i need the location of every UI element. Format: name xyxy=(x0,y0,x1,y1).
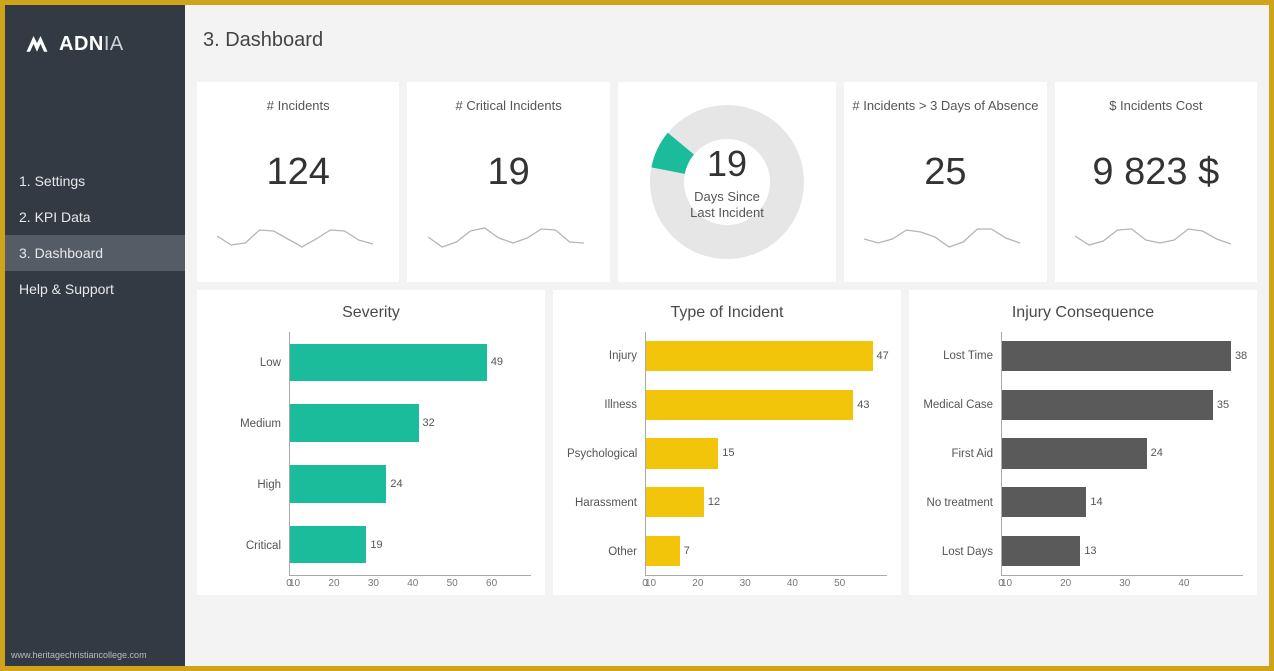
chart-card-2: Injury Consequence Lost Time Medical Case… xyxy=(909,290,1257,595)
brand-logo-icon xyxy=(23,29,51,60)
chart-card-0: Severity Low Medium High Critical xyxy=(197,290,545,595)
kpi-label: # Incidents xyxy=(267,82,330,113)
donut-caption: Days SinceLast Incident xyxy=(690,189,764,222)
bar-label: Psychological xyxy=(567,448,645,460)
chart-card-1: Type of Incident Injury Illness Psychologi… xyxy=(553,290,901,595)
bar-label: Harassment xyxy=(567,497,645,509)
bar-label: No treatment xyxy=(923,497,1001,509)
x-tick: 20 xyxy=(1036,578,1095,589)
bar-value: 15 xyxy=(718,447,734,459)
bar-label: Lost Days xyxy=(923,546,1001,558)
kpi-label: # Incidents > 3 Days of Absence xyxy=(852,82,1038,113)
chart-row: Severity Low Medium High Critical xyxy=(197,290,1257,595)
donut-value: 19 xyxy=(690,143,764,185)
kpi-card-0: # Incidents 124 xyxy=(197,82,399,282)
page-title: 3. Dashboard xyxy=(197,5,1257,82)
bar-value: 19 xyxy=(366,539,382,551)
bar-label: Illness xyxy=(567,399,645,411)
sidebar-item-2[interactable]: 3. Dashboard xyxy=(5,235,185,271)
donut-card: 19 Days SinceLast Incident xyxy=(618,82,836,282)
brand-name-bold: ADN xyxy=(59,33,104,55)
chart-title: Injury Consequence xyxy=(1012,290,1154,328)
bar-value: 7 xyxy=(680,545,690,557)
kpi-card-2: # Incidents > 3 Days of Absence 25 xyxy=(844,82,1046,282)
x-tick: 40 xyxy=(769,578,816,589)
sidebar-nav: 1. Settings2. KPI Data3. DashboardHelp &… xyxy=(5,163,185,307)
x-tick: 50 xyxy=(816,578,863,589)
bar-label: Injury xyxy=(567,350,645,362)
bar-label: First Aid xyxy=(923,448,1001,460)
bar-label: High xyxy=(211,479,289,491)
kpi-value: 9 823 $ xyxy=(1092,151,1219,194)
kpi-value: 124 xyxy=(267,151,330,194)
bar-value: 12 xyxy=(704,496,720,508)
bar-label: Other xyxy=(567,546,645,558)
sidebar-item-3[interactable]: Help & Support xyxy=(5,271,185,307)
brand-name: ADNIA xyxy=(59,33,124,56)
bar-value: 14 xyxy=(1086,496,1102,508)
brand: ADNIA xyxy=(5,5,185,83)
x-tick: 40 xyxy=(393,578,432,589)
x-tick: 30 xyxy=(721,578,768,589)
bar-label: Medical Case xyxy=(923,399,1001,411)
kpi-value: 19 xyxy=(487,151,529,194)
bar-label: Medium xyxy=(211,418,289,430)
x-tick: 60 xyxy=(472,578,511,589)
chart-title: Severity xyxy=(342,290,400,328)
bar-label: Critical xyxy=(211,540,289,552)
bar-label: Low xyxy=(211,357,289,369)
bar-label: Lost Time xyxy=(923,350,1001,362)
donut-center: 19 Days SinceLast Incident xyxy=(690,143,764,222)
bar-value: 43 xyxy=(853,399,869,411)
x-tick: 50 xyxy=(432,578,471,589)
kpi-label: $ Incidents Cost xyxy=(1109,82,1202,113)
bar-value: 47 xyxy=(873,350,889,362)
main: 3. Dashboard # Incidents 124 # Critical … xyxy=(185,5,1269,666)
x-tick: 10 xyxy=(275,578,314,589)
kpi-card-1: # Critical Incidents 19 xyxy=(407,82,609,282)
bar-value: 49 xyxy=(487,356,503,368)
bar-value: 38 xyxy=(1231,350,1247,362)
x-tick: 30 xyxy=(354,578,393,589)
sidebar-item-1[interactable]: 2. KPI Data xyxy=(5,199,185,235)
x-tick: 10 xyxy=(977,578,1036,589)
bar-value: 24 xyxy=(386,478,402,490)
kpi-card-3: $ Incidents Cost 9 823 $ xyxy=(1055,82,1257,282)
kpi-row: # Incidents 124 # Critical Incidents 19 … xyxy=(197,82,1257,282)
kpi-label: # Critical Incidents xyxy=(456,82,562,113)
sidebar: ADNIA 1. Settings2. KPI Data3. Dashboard… xyxy=(5,5,185,666)
x-tick: 40 xyxy=(1154,578,1213,589)
sidebar-item-0[interactable]: 1. Settings xyxy=(5,163,185,199)
bar-value: 24 xyxy=(1147,447,1163,459)
chart-title: Type of Incident xyxy=(671,290,784,328)
bar-value: 35 xyxy=(1213,399,1229,411)
x-tick: 10 xyxy=(627,578,674,589)
bar-value: 32 xyxy=(419,417,435,429)
footer-text: www.heritagechristiancollege.com xyxy=(5,644,185,666)
kpi-value: 25 xyxy=(924,151,966,194)
x-tick: 20 xyxy=(314,578,353,589)
brand-name-light: IA xyxy=(104,33,124,55)
bar-value: 13 xyxy=(1080,545,1096,557)
x-tick: 20 xyxy=(674,578,721,589)
x-tick: 30 xyxy=(1095,578,1154,589)
